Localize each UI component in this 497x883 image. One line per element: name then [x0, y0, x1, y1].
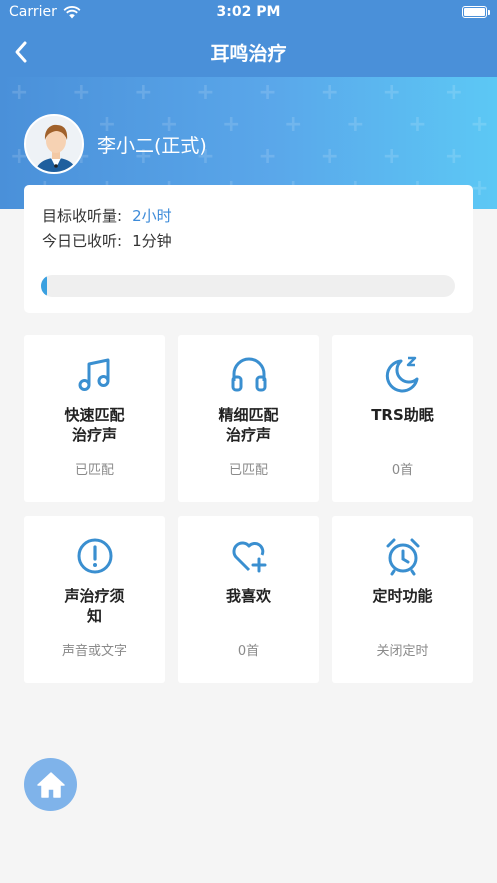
alarm-clock-icon — [386, 538, 419, 576]
tile-status: 0首 — [391, 463, 414, 478]
tile-status: 声音或文字 — [61, 644, 127, 659]
user-name: 李小二(正式) — [97, 135, 207, 157]
tile-status: 关闭定时 — [376, 644, 429, 659]
status-bar: Carrier 3:02 PM — [0, 0, 497, 27]
tile-label: TRS助眠 — [371, 406, 434, 424]
tile-label: 快速匹配 治疗声 — [64, 406, 125, 444]
tile-label: 声治疗须 知 — [64, 587, 125, 625]
today-label: 今日已收听: — [42, 232, 123, 250]
tile-label: 精细匹配 治疗声 — [218, 406, 279, 444]
listening-card: 目标收听量: 2小时 今日已收听: 1分钟 — [24, 185, 473, 313]
feature-grid: 快速匹配 治疗声 已匹配 精细匹配 治疗声 已匹配 TRS助眠 0首 声治疗须 … — [24, 335, 473, 683]
home-button[interactable] — [24, 758, 77, 811]
heart-plus-icon — [232, 541, 266, 573]
headphones-icon — [231, 357, 266, 392]
target-row: 目标收听量: 2小时 — [42, 205, 172, 226]
moon-sleep-icon — [385, 356, 418, 393]
battery-icon — [462, 6, 490, 18]
avatar[interactable] — [24, 114, 84, 174]
tile-notice[interactable]: 声治疗须 知 声音或文字 — [24, 516, 165, 683]
tile-status: 已匹配 — [228, 463, 268, 478]
exclamation-circle-icon — [77, 538, 112, 574]
tile-status: 已匹配 — [74, 463, 114, 478]
today-value: 1分钟 — [132, 232, 172, 250]
tile-favorites[interactable]: 我喜欢 0首 — [178, 516, 319, 683]
tile-timer[interactable]: 定时功能 关闭定时 — [332, 516, 473, 683]
tile-quick-match[interactable]: 快速匹配 治疗声 已匹配 — [24, 335, 165, 502]
clock: 3:02 PM — [216, 4, 281, 20]
home-icon — [36, 771, 65, 798]
today-row: 今日已收听: 1分钟 — [42, 230, 172, 251]
target-value: 2小时 — [132, 207, 172, 225]
tile-label: 定时功能 — [372, 587, 433, 605]
music-note-icon — [78, 358, 109, 391]
tile-status: 0首 — [237, 644, 260, 659]
tile-trs-sleep[interactable]: TRS助眠 0首 — [332, 335, 473, 502]
listening-progress-bar — [41, 275, 455, 297]
tile-label: 我喜欢 — [225, 587, 271, 605]
page-title: 耳鸣治疗 — [210, 43, 287, 65]
nav-bar: 耳鸣治疗 — [0, 27, 497, 77]
progress-fill — [41, 275, 47, 297]
tile-fine-match[interactable]: 精细匹配 治疗声 已匹配 — [178, 335, 319, 502]
target-label: 目标收听量: — [42, 207, 123, 225]
